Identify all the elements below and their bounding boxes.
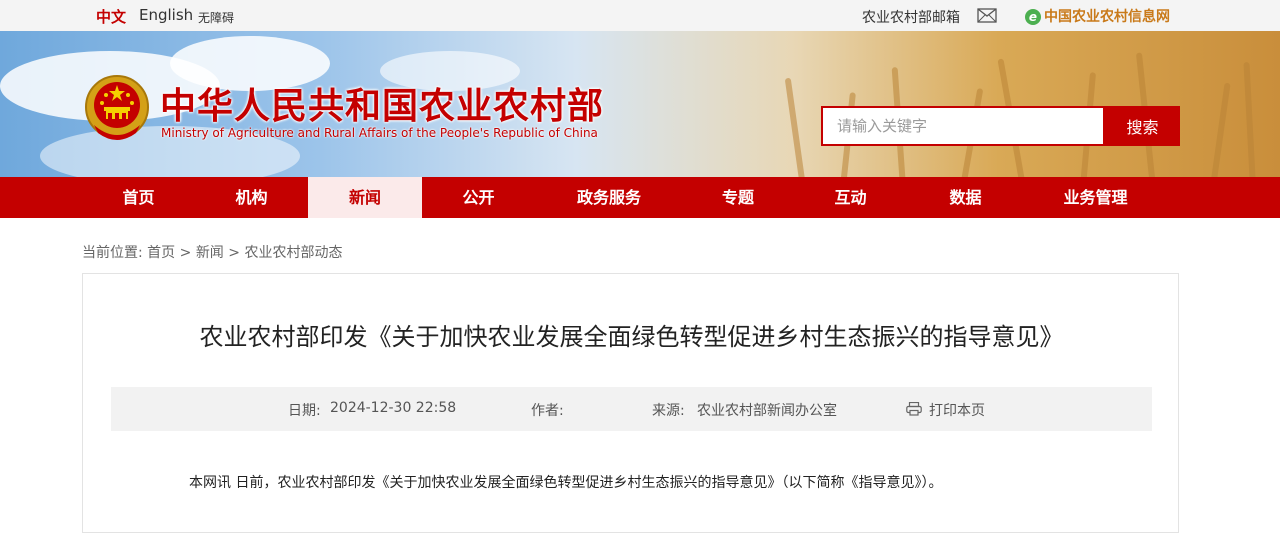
info-network-label: 中国农业农村信息网: [1044, 9, 1170, 25]
site-title[interactable]: 中华人民共和国农业农村部: [160, 77, 604, 129]
accessibility-link[interactable]: 无障碍: [198, 9, 234, 26]
language-english-link[interactable]: English: [139, 6, 193, 24]
header-banner: 中华人民共和国农业农村部 Ministry of Agriculture and…: [0, 31, 1280, 177]
article-title: 农业农村部印发《关于加快农业发展全面绿色转型促进乡村生态振兴的指导意见》: [199, 323, 1064, 351]
banner-wheat: [1243, 62, 1256, 177]
national-emblem-icon: [85, 75, 149, 140]
article-lead-paragraph: 本网讯 日前，农业农村部印发《关于加快农业发展全面绿色转型促进乡村生态振兴的指导…: [189, 475, 943, 491]
main-navigation: 首页 机构 新闻 公开 政务服务 专题 互动 数据 业务管理: [0, 177, 1280, 218]
breadcrumb-separator: >: [179, 245, 192, 261]
breadcrumb-item-news[interactable]: 新闻: [196, 245, 224, 261]
nav-item-home[interactable]: 首页: [82, 177, 195, 218]
ministry-mailbox-link[interactable]: 农业农村部邮箱: [862, 7, 960, 27]
nav-item-topics[interactable]: 专题: [683, 177, 793, 218]
nav-item-government-services[interactable]: 政务服务: [535, 177, 683, 218]
source-value: 农业农村部新闻办公室: [697, 403, 837, 419]
top-utility-bar: 中文 English 无障碍 农业农村部邮箱 e 中国农业农村信息网: [0, 0, 1280, 32]
breadcrumb-item-home[interactable]: 首页: [147, 245, 175, 261]
search-box: [821, 106, 1111, 146]
mail-icon[interactable]: [977, 8, 997, 23]
nav-item-public[interactable]: 公开: [422, 177, 535, 218]
print-icon[interactable]: [906, 402, 922, 416]
date-value: 2024-12-30 22:58: [330, 400, 457, 416]
article-meta-bar: 日期: 2024-12-30 22:58 作者: 来源: 农业农村部新闻办公室 …: [111, 387, 1152, 431]
breadcrumb: 当前位置: 首页 > 新闻 > 农业农村部动态: [82, 242, 342, 262]
author-label: 作者:: [531, 403, 564, 419]
language-chinese-link[interactable]: 中文: [96, 6, 126, 27]
nav-item-data[interactable]: 数据: [908, 177, 1023, 218]
breadcrumb-prefix: 当前位置:: [82, 245, 143, 261]
source-label: 来源:: [652, 403, 685, 419]
nav-item-interaction[interactable]: 互动: [793, 177, 908, 218]
print-page-link[interactable]: 打印本页: [929, 400, 985, 420]
nav-item-news[interactable]: 新闻: [308, 177, 422, 218]
nav-item-business-management[interactable]: 业务管理: [1023, 177, 1168, 218]
agri-info-network-link[interactable]: e 中国农业农村信息网: [1025, 6, 1170, 26]
nav-item-organization[interactable]: 机构: [195, 177, 308, 218]
info-network-logo-icon: e: [1025, 9, 1041, 25]
banner-wheat: [784, 77, 806, 177]
site-subtitle: Ministry of Agriculture and Rural Affair…: [161, 126, 598, 140]
banner-wheat: [1210, 82, 1231, 177]
date-label: 日期:: [288, 403, 321, 419]
search-input[interactable]: [823, 108, 1111, 144]
breadcrumb-item-ministry-news[interactable]: 农业农村部动态: [244, 245, 342, 261]
breadcrumb-separator: >: [228, 245, 240, 261]
search-button[interactable]: 搜索: [1105, 106, 1180, 146]
article-panel: 农业农村部印发《关于加快农业发展全面绿色转型促进乡村生态振兴的指导意见》 日期:…: [82, 273, 1179, 533]
